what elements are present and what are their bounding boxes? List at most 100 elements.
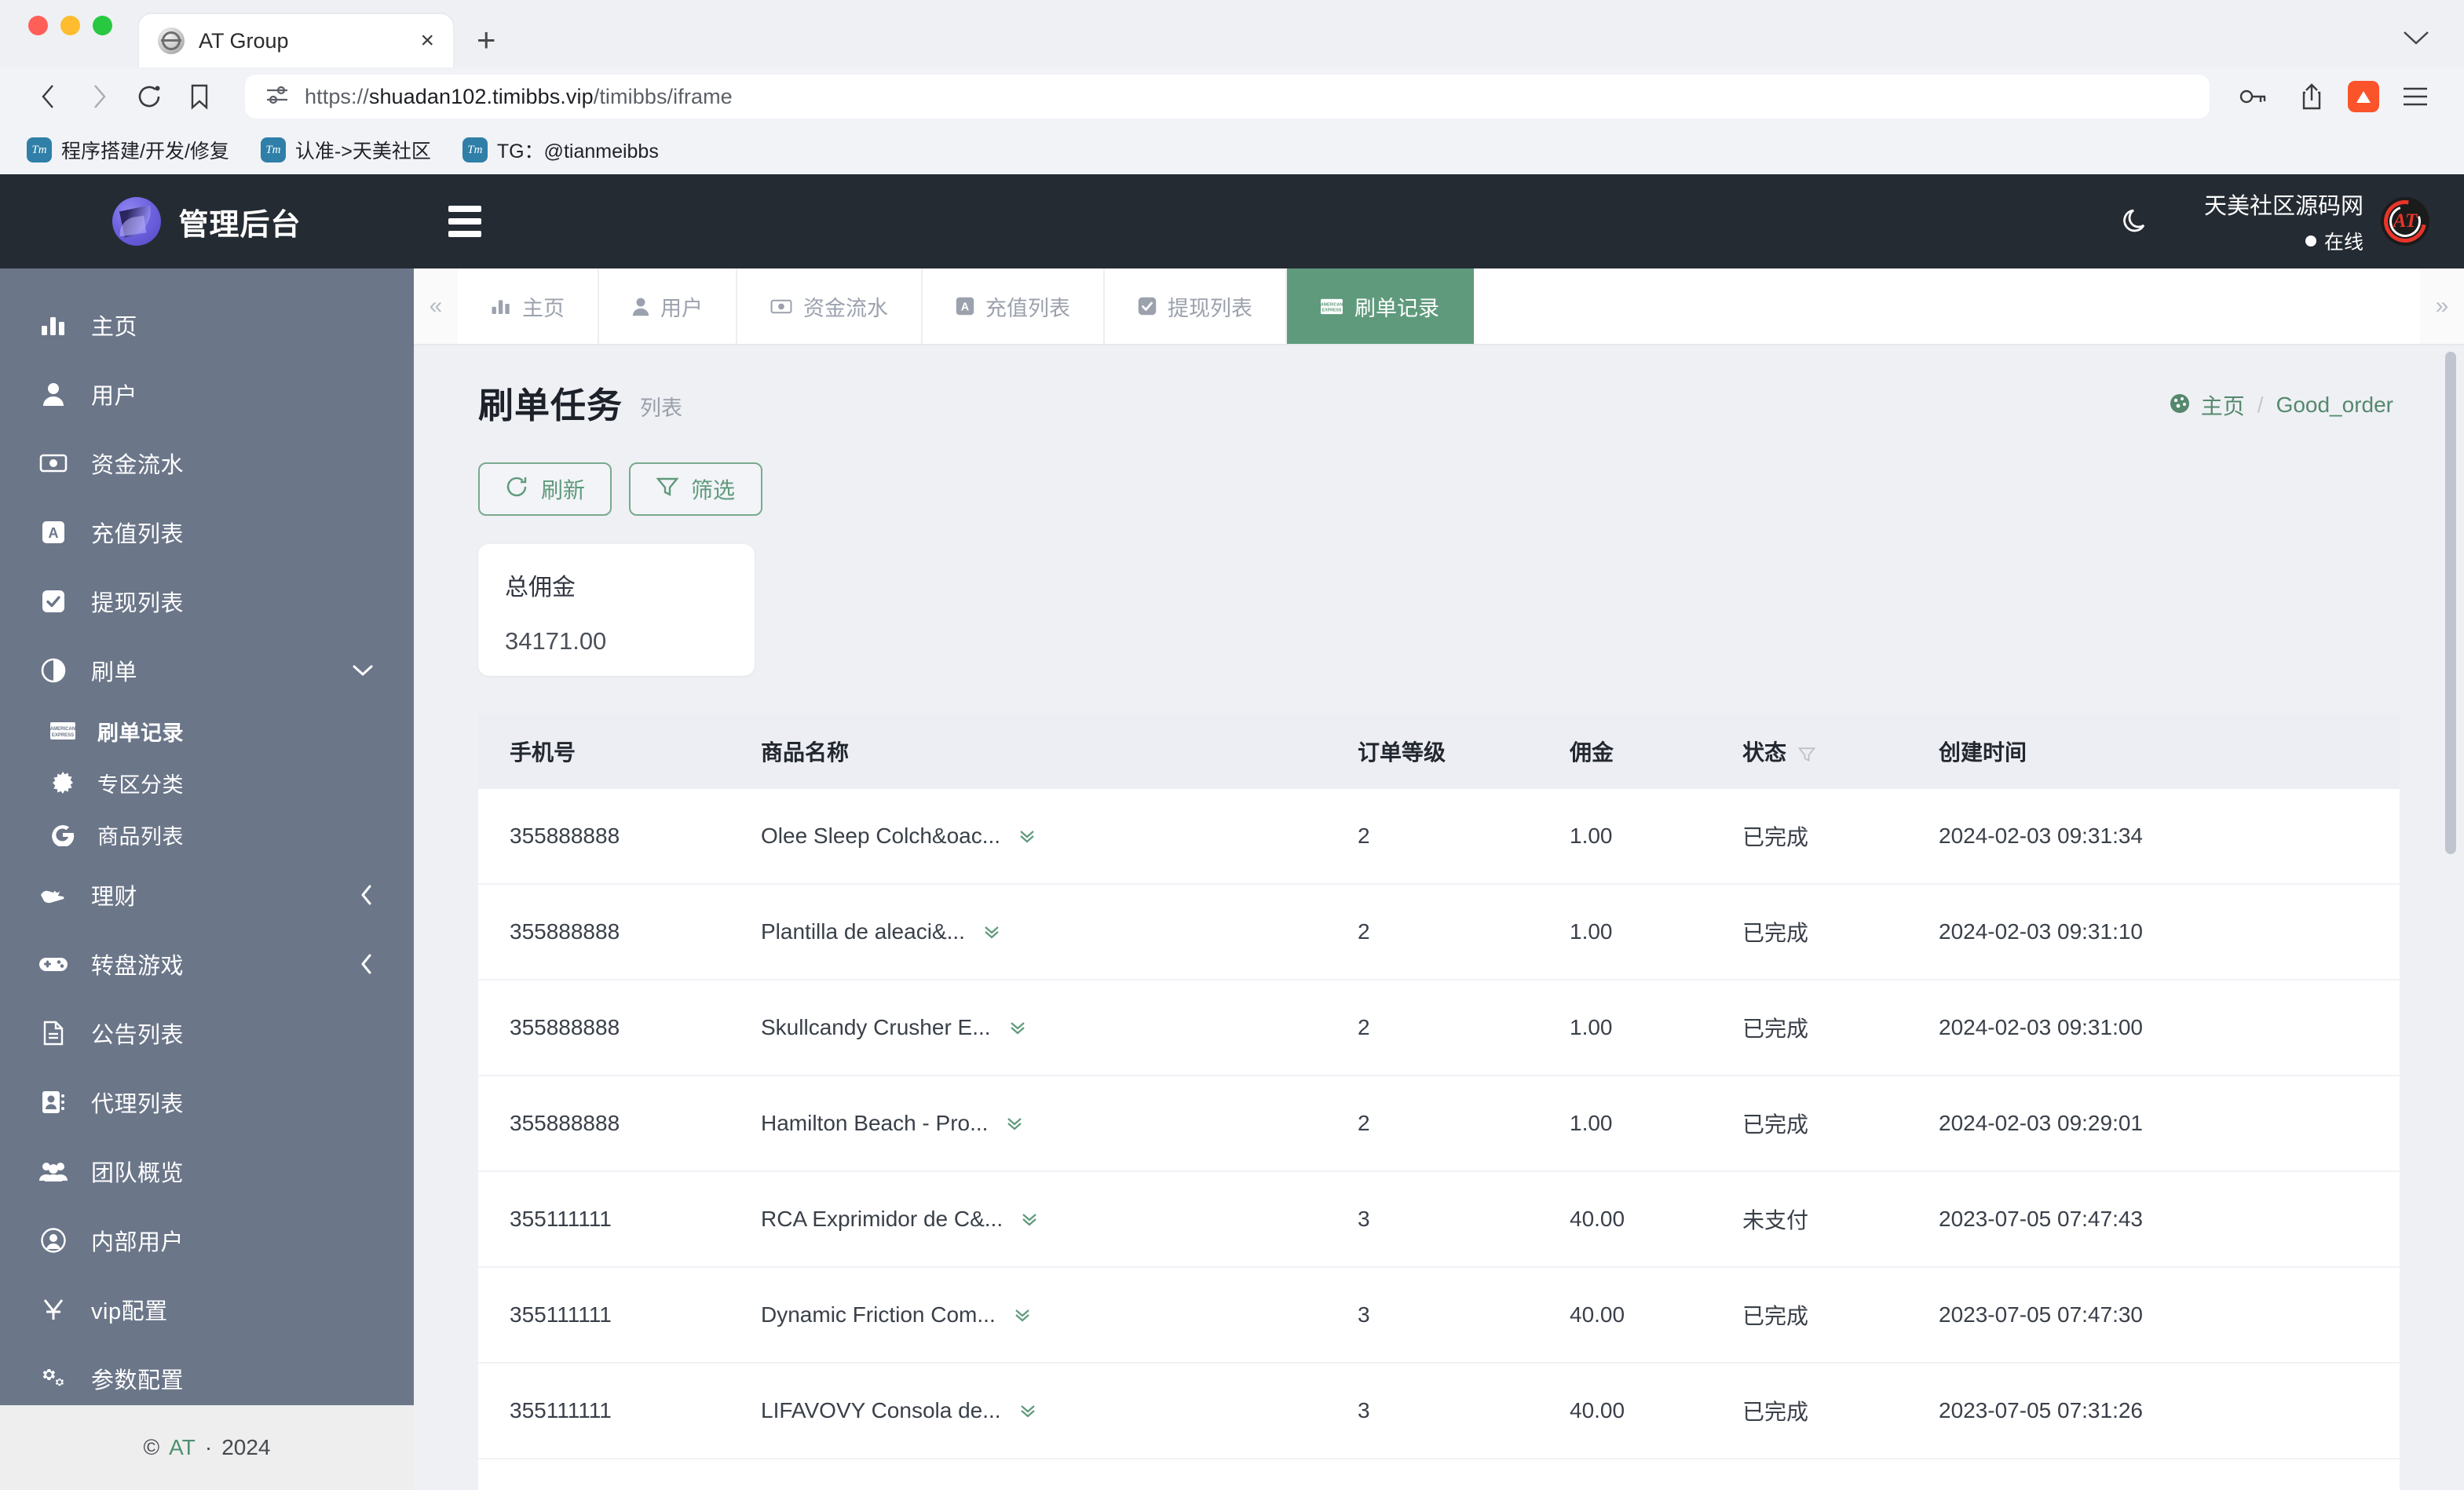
tab-fund-flow[interactable]: 资金流水 [737, 268, 923, 344]
browser-menu-icon[interactable] [2393, 75, 2437, 119]
sidebar-item-label: 团队概览 [91, 1161, 185, 1186]
table-row[interactable]: 355888888 Skullcandy Crusher E... 2 1.00… [478, 980, 2400, 1076]
tabstrip-next-button[interactable]: » [2420, 268, 2464, 344]
sidebar-item-zone-category[interactable]: 专区分类 [0, 757, 414, 809]
chevron-down-icon[interactable] [2403, 25, 2429, 52]
sidebar-item-brushing[interactable]: 刷单 [0, 636, 414, 705]
sidebar-item-label: 资金流水 [91, 453, 185, 478]
chevron-double-down-icon[interactable] [1018, 827, 1036, 845]
cell-state: 已完成 [1742, 884, 1939, 981]
address-bar[interactable]: https://shuadan102.timibbs.vip/timibbs/i… [245, 75, 2210, 119]
chevron-double-down-icon[interactable] [1008, 1018, 1027, 1037]
bookmark-icon[interactable] [177, 75, 221, 119]
tab-label: 提现列表 [1168, 296, 1252, 320]
table-row[interactable]: 355888888 Hamilton Beach - Pro... 2 1.00… [478, 1076, 2400, 1172]
cell-state: 已完成 [1742, 980, 1939, 1076]
bookmark-item-0[interactable]: Tm 程序搭建/开发/修复 [27, 136, 229, 164]
browser-tab[interactable]: AT Group × [139, 14, 453, 68]
moon-icon[interactable] [2119, 205, 2152, 238]
brave-shields-icon[interactable] [2348, 81, 2379, 112]
hamburger-icon[interactable] [448, 206, 481, 237]
sidebar-item-product-list[interactable]: 商品列表 [0, 809, 414, 860]
content-scrollbar[interactable] [2445, 352, 2456, 854]
cell-created: 2024-02-03 09:31:34 [1939, 789, 2400, 885]
tab-recharge-list[interactable]: A 充值列表 [923, 268, 1105, 344]
sidebar-item-team-overview[interactable]: 团队概览 [0, 1137, 414, 1206]
share-icon[interactable] [2290, 75, 2334, 119]
sidebar-item-home[interactable]: 主页 [0, 290, 414, 360]
breadcrumb-home-link[interactable]: 主页 [2168, 389, 2245, 421]
filter-icon[interactable] [1797, 745, 1816, 764]
bookmark-item-1[interactable]: Tm 认准->天美社区 [260, 136, 431, 164]
minimize-window-button[interactable] [60, 15, 80, 35]
cell-level: 3 [1358, 1459, 1570, 1490]
sidebar-item-announcements[interactable]: 公告列表 [0, 999, 414, 1068]
column-header-state-label: 状态 [1742, 740, 1787, 765]
chevron-down-icon[interactable] [353, 664, 373, 677]
breadcrumb-separator: / [2257, 393, 2264, 417]
sidebar-item-finance[interactable]: 理财 [0, 860, 414, 929]
bookmark-item-2[interactable]: Tm TG：@tianmeibbs [462, 136, 659, 164]
svg-text:EXPRESS: EXPRESS [1322, 308, 1342, 312]
tab-brushing-records[interactable]: AMERICAN EXPRESS 刷单记录 [1287, 268, 1474, 344]
cell-state: 已完成 [1742, 1076, 1939, 1172]
sidebar-item-fund-flow[interactable]: 资金流水 [0, 429, 414, 498]
chevron-left-icon[interactable] [360, 885, 373, 905]
chevron-double-down-icon[interactable] [982, 922, 1001, 941]
sidebar-item-label: 专区分类 [97, 772, 184, 797]
sidebar-item-internal-users[interactable]: 内部用户 [0, 1206, 414, 1275]
sidebar-brand[interactable]: 管理后台 [0, 174, 414, 268]
reload-icon[interactable] [127, 75, 171, 119]
dashboard-icon [2168, 393, 2192, 418]
sidebar-item-recharge-list[interactable]: A 充值列表 [0, 498, 414, 567]
table-row[interactable]: 355888888 Plantilla de aleaci&... 2 1.00… [478, 884, 2400, 981]
back-icon[interactable] [27, 75, 71, 119]
password-key-icon[interactable] [2232, 75, 2276, 119]
content-tabstrip: « 主页 用户 资金流水 A 充值列表 提现列表 AMERICAN EXPRES… [414, 268, 2464, 345]
avatar[interactable]: AT [2381, 197, 2429, 246]
product-name: RCA Exprimidor de C&... [761, 1207, 1004, 1231]
user-circle-icon [38, 1228, 69, 1253]
table-row[interactable]: 355111111 RCA Exprimidor de C&... 3 40.0… [478, 1171, 2400, 1268]
chevron-double-down-icon[interactable] [1018, 1401, 1037, 1420]
sidebar-item-brushing-records[interactable]: AMERICAN EXPRESS 刷单记录 [0, 705, 414, 757]
table-row[interactable]: 355111111 Dynamic Friction Com... 3 40.0… [478, 1267, 2400, 1364]
tabstrip-prev-button[interactable]: « [414, 268, 458, 344]
table-row[interactable]: 355111111 LIFAVOVY Consola de... 3 40.00… [478, 1459, 2400, 1490]
tab-withdraw-list[interactable]: 提现列表 [1105, 268, 1287, 344]
tab-label: 用户 [660, 296, 703, 320]
chevron-left-icon[interactable] [360, 954, 373, 974]
column-header-phone: 手机号 [478, 714, 761, 789]
sidebar-nav: 主页 用户 资金流水 A 充值列表 提现列表 刷单 AMERICAN EXPRE… [0, 268, 414, 1405]
toolbar-right-icons [2224, 75, 2437, 119]
site-settings-icon[interactable] [265, 85, 289, 109]
refresh-button[interactable]: 刷新 [478, 462, 612, 516]
chevron-double-down-icon[interactable] [1020, 1210, 1039, 1229]
close-icon[interactable]: × [420, 29, 434, 53]
table-row[interactable]: 355111111 LIFAVOVY Consola de... 3 40.00… [478, 1363, 2400, 1459]
maximize-window-button[interactable] [93, 15, 112, 35]
filter-button[interactable]: 筛选 [629, 462, 762, 516]
chevron-double-down-icon[interactable] [1013, 1306, 1032, 1324]
table-row[interactable]: 355888888 Olee Sleep Colch&oac... 2 1.00… [478, 789, 2400, 885]
cell-level: 2 [1358, 980, 1570, 1076]
chevron-double-down-icon[interactable] [1005, 1114, 1024, 1133]
forward-icon[interactable] [77, 75, 121, 119]
breadcrumb-current[interactable]: Good_order [2276, 393, 2393, 418]
close-window-button[interactable] [28, 15, 48, 35]
user-menu[interactable]: 天美社区源码网 在线 AT [2204, 188, 2429, 255]
sidebar-item-users[interactable]: 用户 [0, 360, 414, 429]
sidebar-item-param-config[interactable]: 参数配置 [0, 1344, 414, 1405]
sidebar-item-wheel-game[interactable]: 转盘游戏 [0, 929, 414, 999]
tab-users[interactable]: 用户 [599, 268, 737, 344]
sidebar-item-agent-list[interactable]: 代理列表 [0, 1068, 414, 1137]
new-tab-button[interactable]: + [477, 24, 496, 57]
tab-home[interactable]: 主页 [458, 268, 599, 344]
sidebar-item-withdraw-list[interactable]: 提现列表 [0, 567, 414, 636]
sidebar-item-vip-config[interactable]: vip配置 [0, 1275, 414, 1344]
sidebar-item-label: 商品列表 [97, 824, 184, 849]
cell-product: LIFAVOVY Consola de... [761, 1363, 1358, 1459]
stat-card-label: 总佣金 [505, 575, 576, 601]
globe-favicon-icon [158, 27, 185, 54]
user-info: 天美社区源码网 在线 [2204, 188, 2363, 255]
